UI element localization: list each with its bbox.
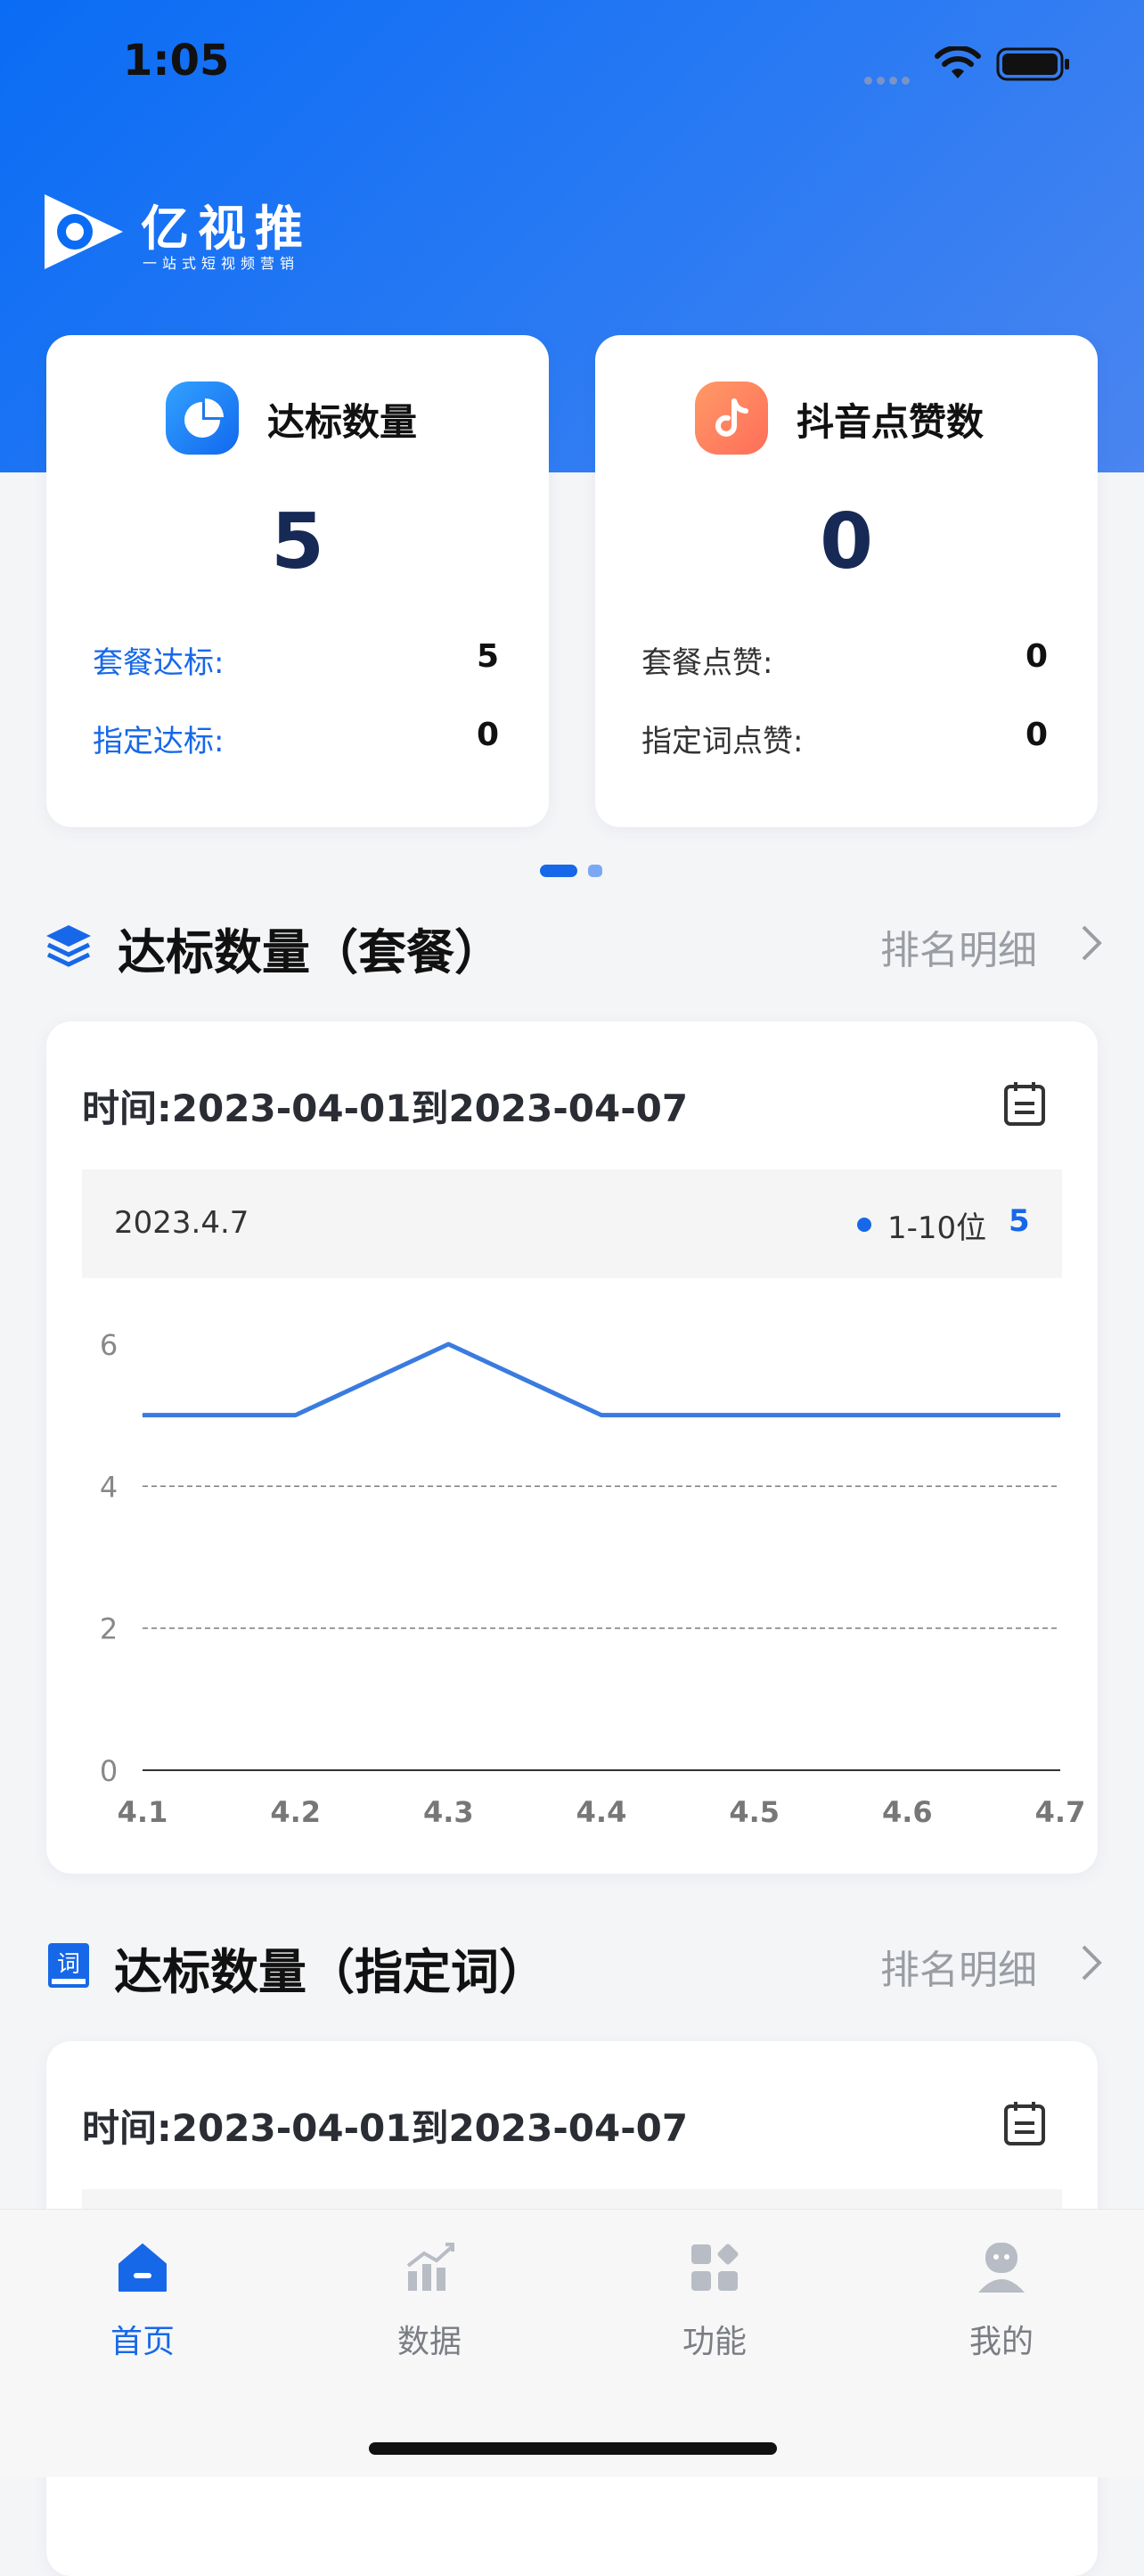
row-value: 0 — [476, 717, 499, 753]
tab-data[interactable]: 数据 — [340, 2239, 519, 2362]
calendar-icon[interactable] — [1003, 2100, 1046, 2146]
x-tick-label: 4.1 — [118, 1795, 168, 1829]
x-tick-label: 4.6 — [882, 1795, 933, 1829]
douyin-likes-card[interactable]: 抖音点赞数 0 套餐点赞: 0 指定词点赞: 0 — [595, 335, 1098, 827]
tab-label: 首页 — [110, 2324, 175, 2360]
row-value: 5 — [476, 638, 499, 675]
calendar-icon[interactable] — [1003, 1080, 1046, 1127]
row-label: 套餐达标: — [93, 645, 225, 681]
profile-icon — [978, 2243, 1025, 2293]
tab-profile[interactable]: 我的 — [912, 2239, 1091, 2362]
card-title: 达标数量 — [267, 400, 418, 444]
time-range: 时间:2023-04-01到2023-04-07 — [82, 1087, 689, 1130]
card-value: 5 — [271, 497, 324, 587]
ranking-detail-link[interactable]: 排名明细 — [880, 1938, 1037, 1995]
x-tick-label: 4.7 — [1035, 1795, 1086, 1829]
chevron-right-icon[interactable] — [1078, 1943, 1105, 1982]
section-title: 达标数量（指定词） — [114, 1944, 547, 2000]
legend-dot — [857, 1218, 871, 1232]
row-label: 指定达标: — [93, 724, 225, 759]
tab-features[interactable]: 功能 — [625, 2239, 804, 2362]
series-line — [143, 1341, 1060, 1418]
x-tick-label: 4.5 — [729, 1795, 780, 1829]
logo-icon — [45, 194, 123, 269]
row-value: 0 — [1025, 638, 1048, 675]
status-time: 1:05 — [123, 36, 230, 86]
tab-label: 数据 — [396, 2324, 462, 2360]
layers-icon — [46, 925, 91, 967]
line-chart: 0 2 4 6 4.1 4.2 4.3 4.4 4.5 4.6 4.7 — [100, 1328, 1086, 1829]
row-label: 指定词点赞: — [641, 724, 804, 759]
pager-dot-active[interactable] — [540, 865, 577, 877]
row-label: 套餐点赞: — [641, 645, 773, 681]
data-point — [447, 1343, 449, 1345]
y-tick-label: 6 — [100, 1328, 118, 1362]
tab-label: 我的 — [968, 2324, 1034, 2360]
tooltip-date: 2023.4.7 — [114, 1205, 249, 1241]
dictionary-icon: 词 — [48, 1943, 89, 1988]
tab-home[interactable]: 首页 — [53, 2239, 232, 2362]
row-value: 0 — [1025, 717, 1048, 753]
x-tick-label: 4.3 — [423, 1795, 474, 1829]
apps-icon — [691, 2244, 739, 2291]
section-title: 达标数量（套餐） — [118, 924, 503, 980]
x-tick-label: 4.4 — [576, 1795, 627, 1829]
svg-text:词: 词 — [57, 1951, 80, 1978]
douyin-icon — [695, 381, 768, 455]
pie-chart-icon — [166, 381, 239, 455]
signal-icon — [864, 71, 918, 85]
card-title: 抖音点赞数 — [797, 400, 985, 444]
y-tick-label: 0 — [100, 1754, 118, 1788]
wifi-icon — [935, 46, 981, 78]
pager-dot[interactable] — [588, 865, 602, 877]
y-tick-label: 4 — [100, 1470, 118, 1504]
x-tick-label: 4.2 — [270, 1795, 321, 1829]
card-value: 0 — [820, 497, 873, 587]
qualified-count-card[interactable]: 达标数量 5 套餐达标: 5 指定达标: 0 — [46, 335, 549, 827]
time-range: 时间:2023-04-01到2023-04-07 — [82, 2106, 689, 2150]
chart-icon — [406, 2243, 454, 2291]
home-icon — [118, 2244, 167, 2292]
brand-name: 亿视推 — [141, 201, 312, 257]
brand-tagline: 一站式短视频营销 — [143, 255, 300, 272]
tooltip-series: 1-10位 — [887, 1210, 987, 1246]
y-tick-label: 2 — [100, 1612, 118, 1646]
home-indicator[interactable] — [369, 2442, 777, 2455]
tab-label: 功能 — [682, 2324, 747, 2360]
ranking-detail-link[interactable]: 排名明细 — [880, 918, 1037, 975]
battery-icon — [996, 47, 1069, 81]
chevron-right-icon[interactable] — [1078, 923, 1105, 963]
tooltip-value: 5 — [1009, 1203, 1030, 1239]
